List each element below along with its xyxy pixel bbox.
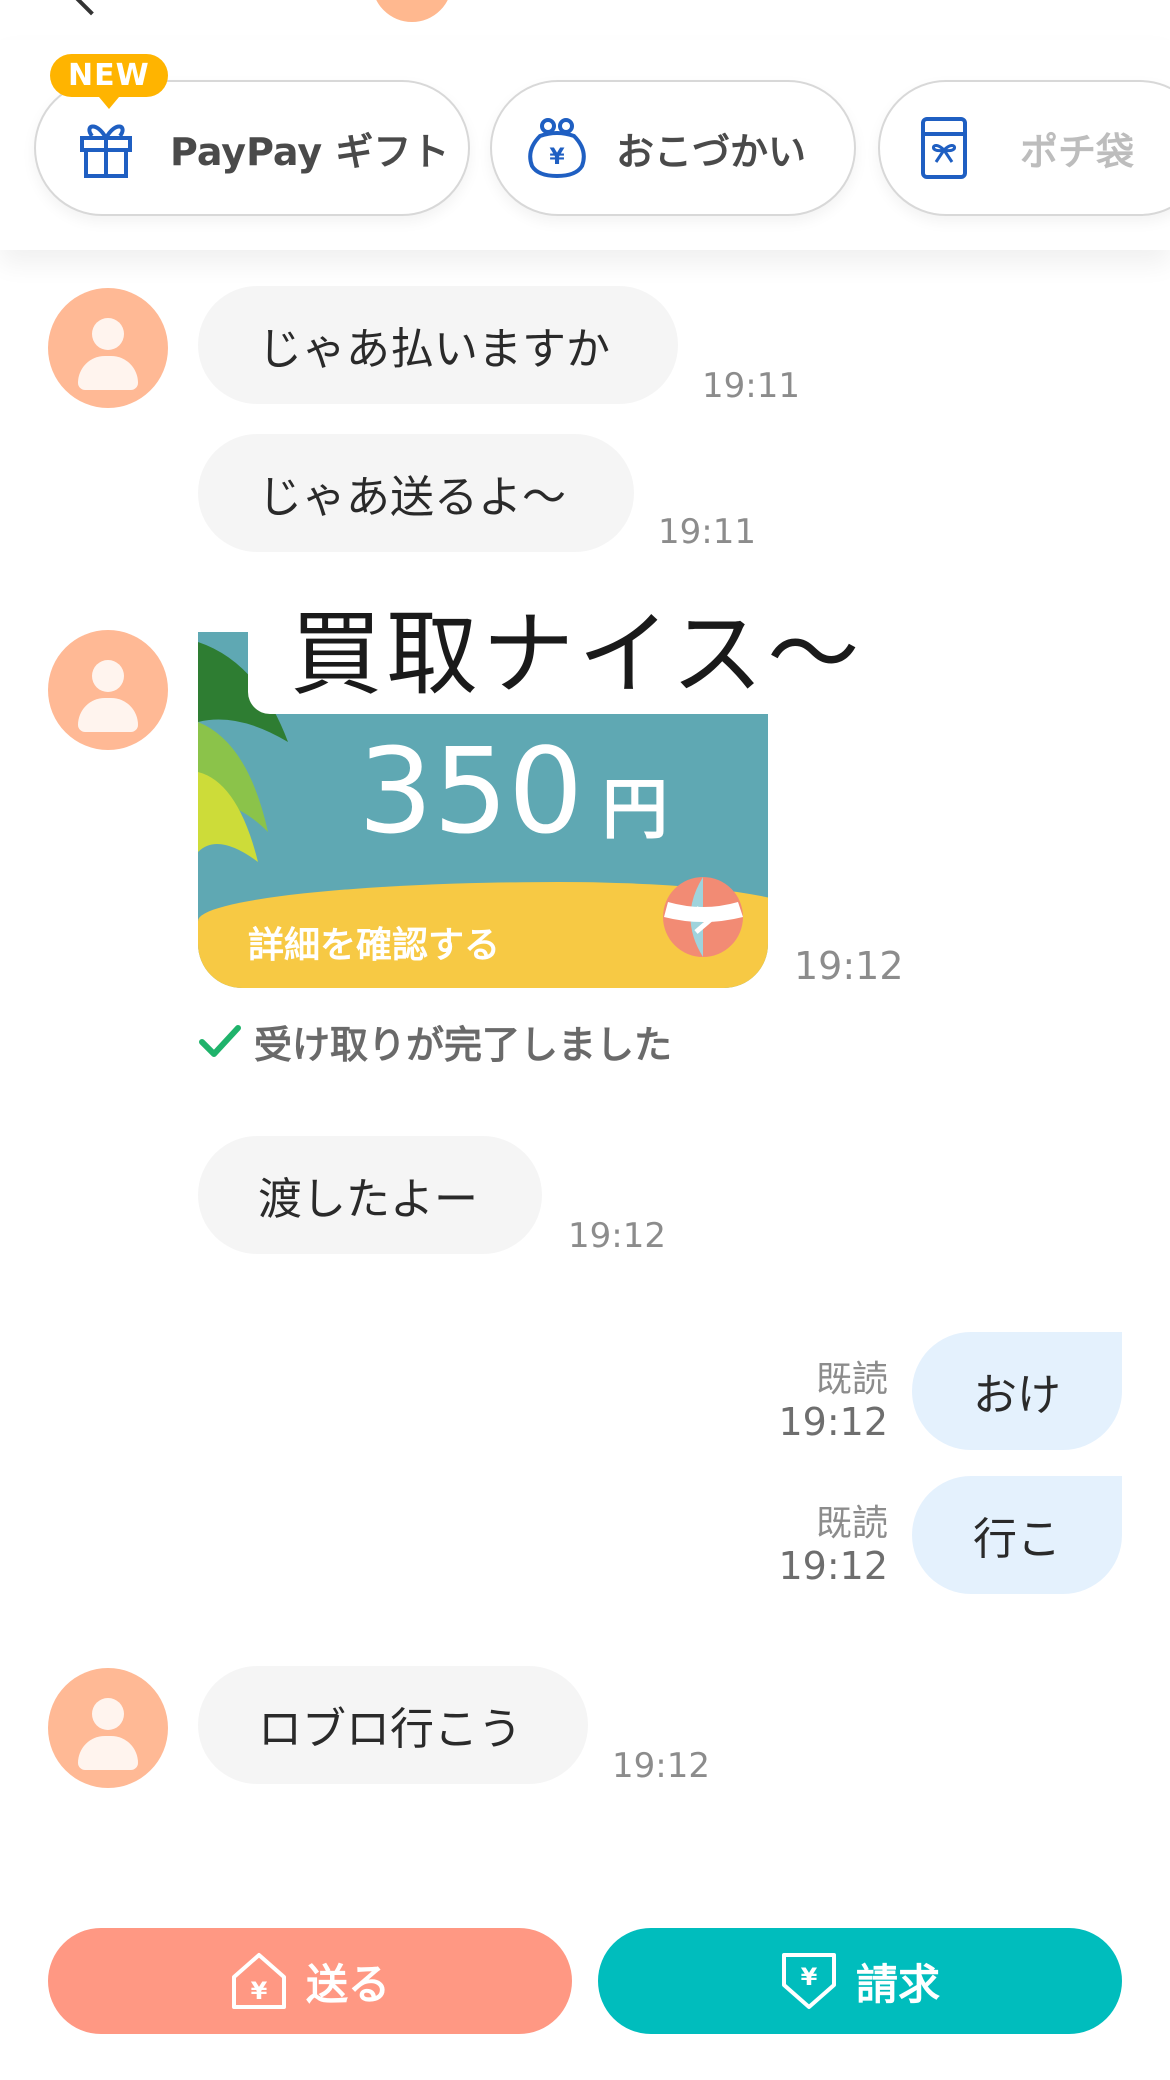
message-time: 19:12 (778, 1400, 888, 1444)
chat-header (0, 0, 1170, 40)
allowance-label: おこづかい (616, 129, 807, 174)
request-money-button[interactable]: ¥ 請求 (598, 1928, 1122, 2034)
message-bubble[interactable]: 渡したよー (198, 1136, 542, 1254)
message-time: 19:11 (658, 512, 756, 552)
svg-text:¥: ¥ (801, 1963, 818, 1991)
read-receipt: 既読 (815, 1359, 888, 1400)
payment-currency: 円 (602, 771, 668, 848)
allowance-chip[interactable]: ¥ おこづかい (490, 80, 856, 216)
gift-icon (76, 116, 136, 180)
request-yen-icon: ¥ (781, 1953, 836, 2009)
avatar-body-shape (78, 356, 138, 390)
avatar-head-shape (92, 660, 124, 692)
sender-avatar[interactable] (48, 1668, 168, 1788)
message-time: 19:12 (612, 1746, 710, 1786)
sender-avatar[interactable] (48, 630, 168, 750)
message-bubble[interactable]: ロブロ行こう (198, 1666, 588, 1784)
new-badge: NEW (50, 54, 168, 109)
message-bubble[interactable]: じゃあ払いますか (198, 286, 678, 404)
read-receipt: 既読 (815, 1503, 888, 1544)
avatar-head-shape (92, 1698, 124, 1730)
header-avatar[interactable] (372, 0, 452, 22)
pochi-bag-chip[interactable]: ポチ袋 (878, 80, 1170, 216)
message-time: 19:11 (702, 366, 800, 406)
beach-ball-icon (663, 877, 743, 957)
avatar-body-shape (78, 698, 138, 732)
sticker-text: 買取ナイス〜 (290, 601, 864, 708)
svg-text:¥: ¥ (251, 1977, 268, 2005)
request-label: 請求 (855, 1959, 940, 2009)
pochi-bag-label: ポチ袋 (1020, 129, 1135, 174)
coin-purse-icon: ¥ (526, 116, 586, 180)
sender-avatar[interactable] (48, 288, 168, 408)
send-money-button[interactable]: ¥ 送る (48, 1928, 572, 2034)
message-time: 19:12 (568, 1216, 666, 1256)
payment-amount: 350 (358, 722, 584, 860)
avatar-body-shape (78, 1736, 138, 1770)
send-label: 送る (305, 1959, 390, 2009)
message-time: 19:12 (778, 1544, 888, 1588)
quick-action-bar: PayPay ギフト NEW ¥ おこづかい ポチ袋 (0, 40, 1170, 250)
back-arrow-icon[interactable] (72, 0, 110, 16)
pochi-bag-icon (920, 116, 980, 180)
outgoing-message-bubble[interactable]: おけ (912, 1332, 1122, 1450)
receipt-status: 受け取りが完了しました (198, 1014, 672, 1069)
checkmark-icon (199, 1024, 241, 1057)
message-time: 19:12 (794, 944, 904, 988)
avatar-head-shape (92, 318, 124, 350)
paypay-gift-label: PayPay ギフト (170, 129, 450, 174)
outgoing-message-bubble[interactable]: 行こ (912, 1476, 1122, 1594)
svg-text:¥: ¥ (549, 145, 565, 170)
receipt-status-text: 受け取りが完了しました (254, 1023, 673, 1067)
message-bubble[interactable]: じゃあ送るよ〜 (198, 434, 634, 552)
send-yen-icon: ¥ (231, 1953, 286, 2009)
view-details-link[interactable]: 詳細を確認する (248, 916, 500, 968)
